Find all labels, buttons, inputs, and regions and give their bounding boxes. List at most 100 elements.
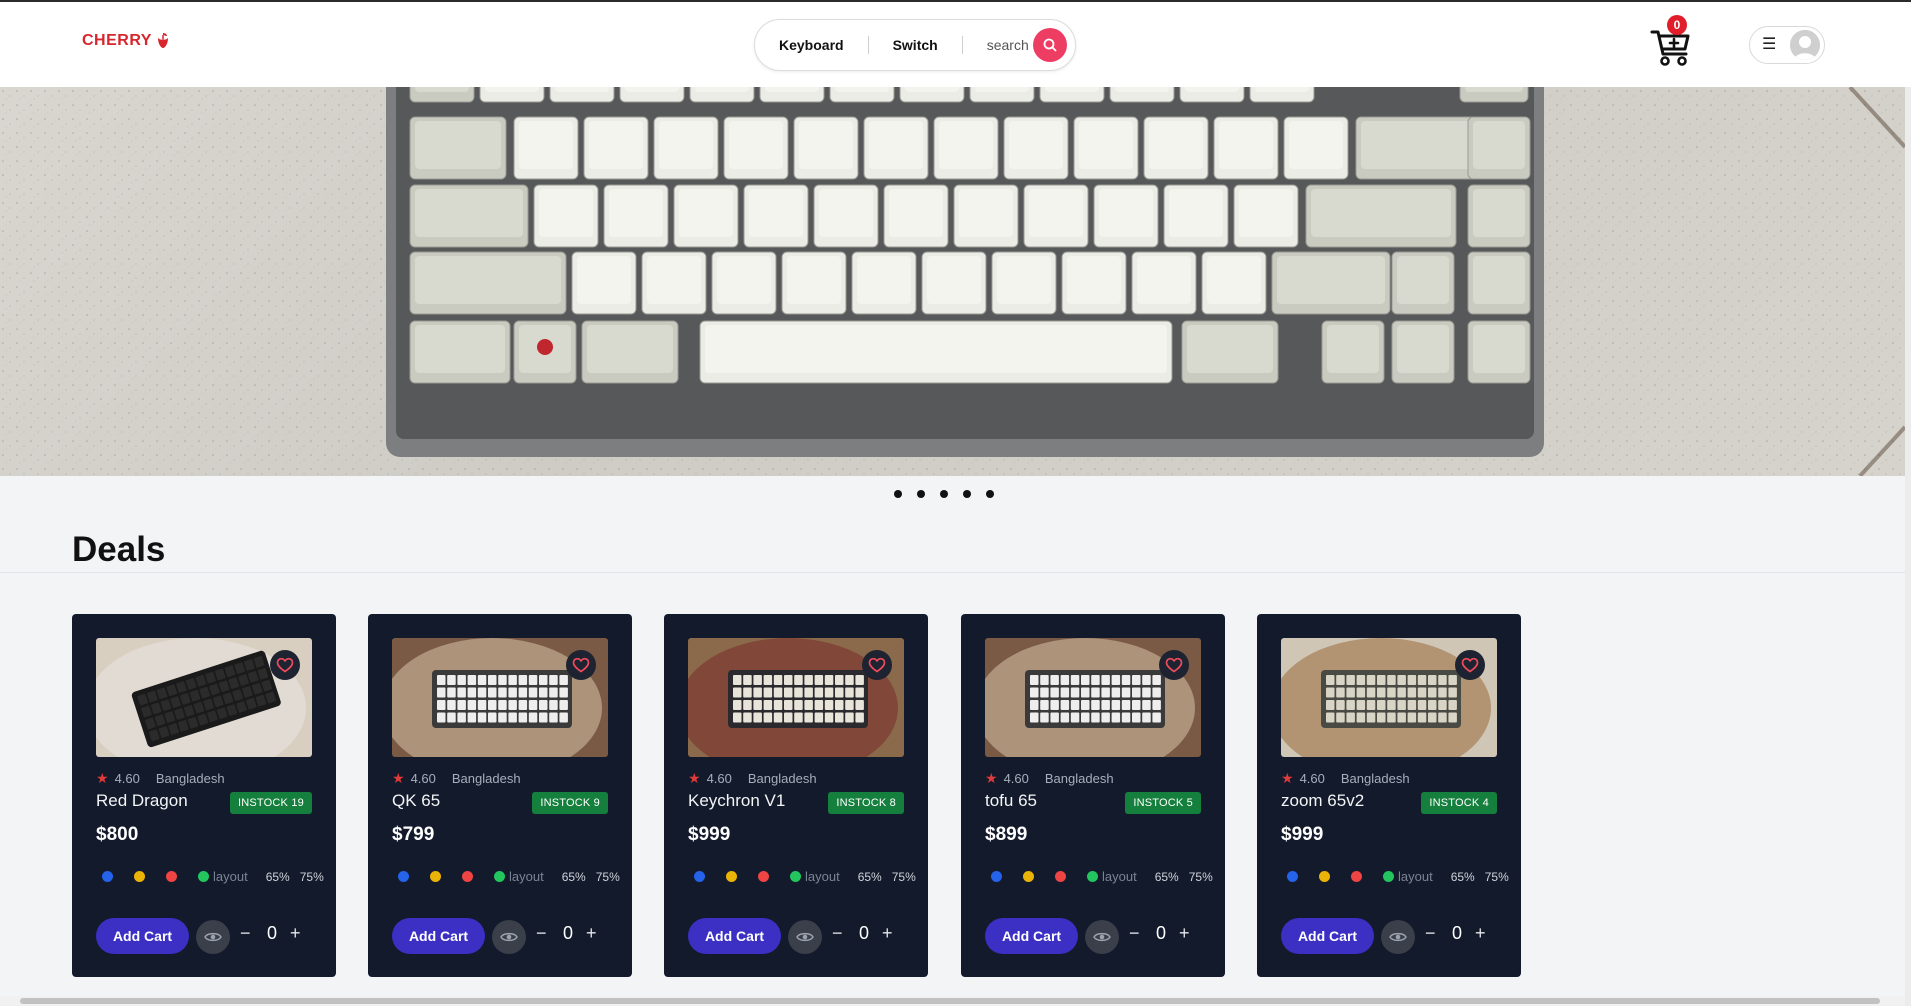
favorite-button[interactable] [862, 650, 892, 680]
product-options: layout 65% 75% [991, 869, 1223, 884]
product-image[interactable] [96, 638, 312, 757]
product-card[interactable]: ★ 4.60 Bangladesh QK 65 INSTOCK 9 $799 l… [368, 614, 632, 977]
increase-quantity-button[interactable]: + [1475, 924, 1486, 942]
quick-view-button[interactable] [788, 920, 822, 954]
carousel-dot[interactable] [940, 490, 948, 498]
add-cart-button[interactable]: Add Cart [985, 918, 1078, 954]
carousel-dot[interactable] [963, 490, 971, 498]
color-swatch-red[interactable] [758, 871, 769, 882]
keycap-top [1169, 189, 1223, 237]
decrease-quantity-button[interactable]: − [1425, 924, 1436, 942]
add-cart-button[interactable]: Add Cart [96, 918, 189, 954]
color-swatch-green[interactable] [1087, 871, 1098, 882]
product-image[interactable] [985, 638, 1201, 757]
carousel-dot[interactable] [917, 490, 925, 498]
color-swatch-yellow[interactable] [726, 871, 737, 882]
increase-quantity-button[interactable]: + [882, 924, 893, 942]
product-name[interactable]: tofu 65 [985, 791, 1037, 811]
cart-button[interactable]: 0 [1650, 15, 1692, 68]
quick-view-button[interactable] [492, 920, 526, 954]
product-options: layout 65% 75% [102, 869, 334, 884]
decrease-quantity-button[interactable]: − [240, 924, 251, 942]
keycap-top [587, 325, 673, 373]
color-swatch-red[interactable] [166, 871, 177, 882]
color-swatch-green[interactable] [198, 871, 209, 882]
search-input[interactable]: search [963, 37, 1033, 53]
color-swatch-green[interactable] [1383, 871, 1394, 882]
product-name[interactable]: Red Dragon [96, 791, 188, 811]
search-button[interactable] [1033, 28, 1067, 62]
increase-quantity-button[interactable]: + [290, 924, 301, 942]
layout-option-75[interactable]: 75% [596, 870, 620, 884]
color-swatch-yellow[interactable] [134, 871, 145, 882]
product-card[interactable]: ★ 4.60 Bangladesh tofu 65 INSTOCK 5 $899… [961, 614, 1225, 977]
heart-icon [276, 657, 294, 673]
color-swatch-red[interactable] [462, 871, 473, 882]
favorite-button[interactable] [1159, 650, 1189, 680]
color-swatch-green[interactable] [494, 871, 505, 882]
layout-option-75[interactable]: 75% [1485, 870, 1509, 884]
color-swatch-yellow[interactable] [1023, 871, 1034, 882]
product-name[interactable]: zoom 65v2 [1281, 791, 1364, 811]
keycap-top [415, 189, 523, 237]
add-cart-button[interactable]: Add Cart [688, 918, 781, 954]
keycap-top [1185, 87, 1239, 92]
product-name[interactable]: Keychron V1 [688, 791, 785, 811]
color-swatch-yellow[interactable] [1319, 871, 1330, 882]
increase-quantity-button[interactable]: + [1179, 924, 1190, 942]
keycap-top [905, 87, 959, 92]
keycap-top [1311, 189, 1451, 237]
keycap-top [1473, 121, 1525, 169]
color-swatch-blue[interactable] [694, 871, 705, 882]
layout-option-65[interactable]: 65% [266, 870, 290, 884]
layout-option-75[interactable]: 75% [892, 870, 916, 884]
quick-view-button[interactable] [196, 920, 230, 954]
nav-link-keyboard[interactable]: Keyboard [755, 37, 868, 53]
product-image[interactable] [688, 638, 904, 757]
color-swatch-red[interactable] [1055, 871, 1066, 882]
product-card[interactable]: ★ 4.60 Bangladesh Red Dragon INSTOCK 19 … [72, 614, 336, 977]
carousel-dot[interactable] [986, 490, 994, 498]
color-swatch-green[interactable] [790, 871, 801, 882]
favorite-button[interactable] [1455, 650, 1485, 680]
favorite-button[interactable] [566, 650, 596, 680]
horizontal-scrollbar[interactable] [0, 996, 1905, 1006]
keycap-top [997, 256, 1051, 304]
quick-view-button[interactable] [1381, 920, 1415, 954]
decrease-quantity-button[interactable]: − [1129, 924, 1140, 942]
user-menu-button[interactable]: ☰ [1749, 26, 1825, 64]
layout-option-65[interactable]: 65% [562, 870, 586, 884]
layout-option-65[interactable]: 65% [858, 870, 882, 884]
product-location: Bangladesh [1044, 771, 1114, 786]
quick-view-button[interactable] [1085, 920, 1119, 954]
color-swatch-red[interactable] [1351, 871, 1362, 882]
layout-option-65[interactable]: 65% [1155, 870, 1179, 884]
layout-option-75[interactable]: 75% [300, 870, 324, 884]
increase-quantity-button[interactable]: + [586, 924, 597, 942]
carousel-dot[interactable] [894, 490, 902, 498]
product-card[interactable]: ★ 4.60 Bangladesh Keychron V1 INSTOCK 8 … [664, 614, 928, 977]
product-name[interactable]: QK 65 [392, 791, 440, 811]
keycap-top [765, 87, 819, 92]
decrease-quantity-button[interactable]: − [536, 924, 547, 942]
scrollbar-thumb[interactable] [20, 998, 1880, 1004]
layout-option-75[interactable]: 75% [1189, 870, 1213, 884]
add-cart-button[interactable]: Add Cart [1281, 918, 1374, 954]
favorite-button[interactable] [270, 650, 300, 680]
color-swatch-blue[interactable] [1287, 871, 1298, 882]
color-swatch-blue[interactable] [398, 871, 409, 882]
color-swatch-blue[interactable] [991, 871, 1002, 882]
keycap-top [1067, 256, 1121, 304]
nav-link-switch[interactable]: Switch [869, 37, 962, 53]
color-swatch-blue[interactable] [102, 871, 113, 882]
layout-option-65[interactable]: 65% [1451, 870, 1475, 884]
vertical-scrollbar[interactable] [1905, 0, 1911, 1006]
product-image[interactable] [392, 638, 608, 757]
brand-logo[interactable]: CHERRY [82, 32, 171, 50]
product-card[interactable]: ★ 4.60 Bangladesh zoom 65v2 INSTOCK 4 $9… [1257, 614, 1521, 977]
decrease-quantity-button[interactable]: − [832, 924, 843, 942]
color-swatch-yellow[interactable] [430, 871, 441, 882]
product-image[interactable] [1281, 638, 1497, 757]
add-cart-button[interactable]: Add Cart [392, 918, 485, 954]
user-icon [1790, 30, 1820, 60]
